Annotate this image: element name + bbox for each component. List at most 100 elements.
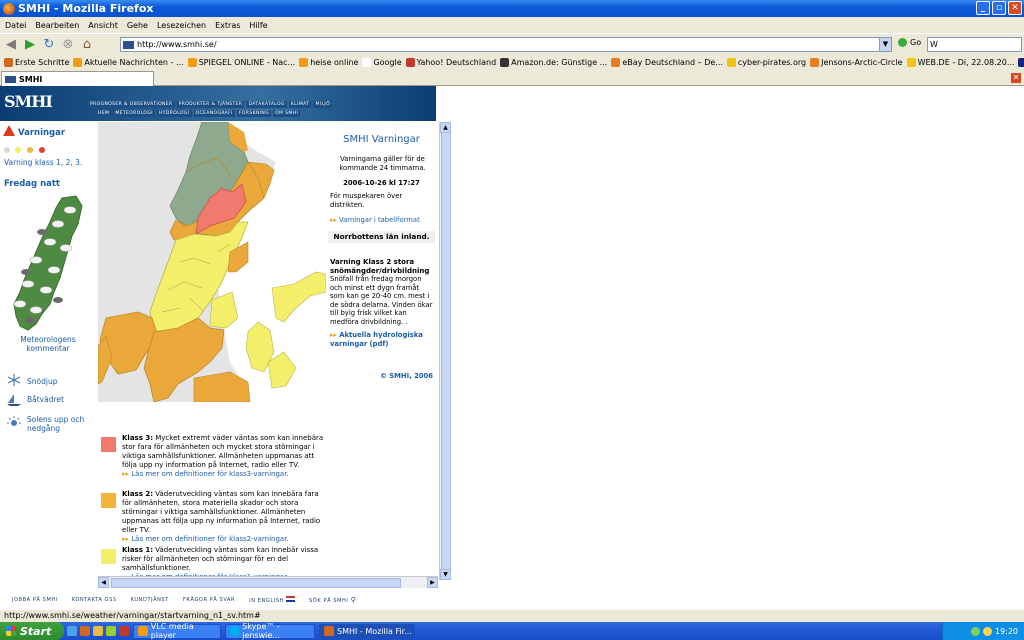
quicklaunch-app-icon[interactable] bbox=[106, 626, 116, 636]
nav-klimat[interactable]: KLIMAT bbox=[288, 101, 312, 108]
tab-smhi[interactable]: SMHI bbox=[1, 71, 154, 86]
nav-datakatalog[interactable]: DATAKATALOG bbox=[246, 101, 287, 108]
bookmark-item[interactable]: Jensons-Arctic-Circle bbox=[810, 58, 903, 67]
nav-meteorologi[interactable]: METEOROLOGI bbox=[113, 110, 155, 117]
bookmark-item[interactable]: heise online bbox=[299, 58, 358, 67]
bookmark-item[interactable]: Erste Schritte bbox=[4, 58, 69, 67]
sailboat-icon bbox=[7, 394, 21, 406]
tray-network-icon[interactable] bbox=[970, 626, 980, 636]
solens-upp-link[interactable]: Solens upp och nedgång bbox=[27, 415, 96, 433]
footer-sok[interactable]: SÖK PÅ SMHI ⚲ bbox=[309, 596, 356, 604]
bookmark-item[interactable]: WEB.DE - Di, 22.08.20... bbox=[906, 58, 1014, 67]
nav-forskning[interactable]: FORSKNING bbox=[236, 110, 272, 117]
bookmarks-toolbar: Erste Schritte Aktuelle Nachrichten - ...… bbox=[0, 55, 1024, 70]
nav-prognoser[interactable]: PROGNOSER & OBSERVATIONER bbox=[88, 101, 175, 108]
bookmark-item[interactable]: Aktuelle Nachrichten - ... bbox=[73, 58, 184, 67]
task-skype[interactable]: Skype™ - jenswie... bbox=[225, 622, 315, 640]
footer-fragor[interactable]: FRÅGOR PÅ SVAR bbox=[183, 597, 235, 603]
forward-icon[interactable]: ▶ bbox=[22, 37, 38, 53]
smhi-logo[interactable]: SMHI bbox=[4, 92, 53, 111]
url-dropdown-icon[interactable]: ▼ bbox=[879, 38, 891, 51]
bookmark-item[interactable]: cyber-pirates.org bbox=[726, 58, 807, 67]
menu-hilfe[interactable]: Hilfe bbox=[249, 21, 267, 30]
nav-hem[interactable]: HEM bbox=[96, 110, 112, 117]
nav-oceanografi[interactable]: OCEANOGRAFI bbox=[193, 110, 235, 117]
bookmark-icon bbox=[810, 58, 820, 67]
bookmark-icon bbox=[500, 58, 510, 67]
varning-klass-text[interactable]: Varning klass 1, 2, 3. bbox=[4, 158, 82, 167]
close-button[interactable]: ✕ bbox=[1008, 1, 1022, 15]
nav-miljo[interactable]: MILJÖ bbox=[313, 101, 333, 108]
reload-icon[interactable]: ↻ bbox=[41, 37, 57, 53]
quicklaunch-media-icon[interactable] bbox=[119, 626, 129, 636]
home-icon[interactable]: ⌂ bbox=[79, 37, 95, 53]
scroll-down-icon[interactable]: ▼ bbox=[440, 569, 451, 580]
bookmark-item[interactable]: GMX bbox=[1018, 58, 1024, 67]
nav-om-smhi[interactable]: OM SMHI bbox=[273, 110, 301, 117]
batvadret-link[interactable]: Båtvädret bbox=[27, 395, 64, 404]
back-icon[interactable]: ◀ bbox=[3, 37, 19, 53]
url-bar[interactable]: http://www.smhi.se/ ▼ bbox=[120, 37, 892, 52]
class-0-dot bbox=[4, 147, 10, 153]
scroll-right-icon[interactable]: ▶ bbox=[427, 577, 438, 588]
nav-hydrologi[interactable]: HYDROLOGI bbox=[156, 110, 192, 117]
hydro-link[interactable]: ▸▸ Aktuella hydrologiska varningar (pdf) bbox=[330, 331, 434, 348]
skype-icon bbox=[230, 626, 240, 636]
bookmark-item[interactable]: Google bbox=[362, 58, 402, 67]
menu-gehe[interactable]: Gehe bbox=[127, 21, 148, 30]
task-firefox[interactable]: SMHI - Mozilla Fir... bbox=[319, 623, 415, 639]
vertical-scrollbar[interactable]: ▲ ▼ bbox=[439, 122, 451, 580]
tabell-link[interactable]: ▸▸ Varningar i tabellformat bbox=[330, 216, 430, 225]
horizontal-scroll-thumb[interactable] bbox=[111, 578, 401, 588]
klass2-link[interactable]: Läs mer om definitioner för klass2-varni… bbox=[131, 535, 288, 543]
klass3-link[interactable]: Läs mer om definitioner för klass3-varni… bbox=[131, 470, 288, 478]
warning-map[interactable] bbox=[98, 122, 326, 402]
quicklaunch-firefox-icon[interactable] bbox=[80, 626, 90, 636]
snodjup-link[interactable]: Snödjup bbox=[27, 377, 57, 386]
menu-ansicht[interactable]: Ansicht bbox=[88, 21, 118, 30]
task-vlc[interactable]: VLC media player bbox=[133, 622, 221, 640]
go-icon bbox=[898, 38, 907, 47]
start-button[interactable]: Start bbox=[0, 622, 64, 640]
quicklaunch-folder-icon[interactable] bbox=[93, 626, 103, 636]
bookmark-item[interactable]: eBay Deutschland – De... bbox=[611, 58, 723, 67]
site-favicon bbox=[123, 40, 134, 49]
footer-kundtjanst[interactable]: KUNDTJÄNST bbox=[131, 597, 169, 603]
tab-favicon bbox=[5, 75, 16, 83]
footer-english[interactable]: IN ENGLISH bbox=[249, 596, 296, 604]
bookmark-item[interactable]: SPIEGEL ONLINE - Nac... bbox=[187, 58, 295, 67]
scroll-up-icon[interactable]: ▲ bbox=[440, 122, 451, 133]
go-button[interactable]: Go bbox=[898, 38, 921, 47]
meteorologens-kommentar-link[interactable]: Meteorologens kommentar bbox=[0, 335, 96, 353]
nav-produkter[interactable]: PRODUKTER & TJÄNSTER bbox=[176, 101, 245, 108]
tabell-link-label: Varningar i tabellformat bbox=[339, 216, 420, 224]
maximize-button[interactable]: ▫ bbox=[992, 1, 1006, 15]
varningar-link[interactable]: Varningar bbox=[18, 128, 65, 138]
scroll-left-icon[interactable]: ◀ bbox=[98, 577, 109, 588]
bookmark-label: cyber-pirates.org bbox=[737, 58, 807, 67]
horizontal-scrollbar[interactable]: ◀ ▶ bbox=[98, 576, 438, 588]
tray-volume-icon[interactable] bbox=[982, 626, 992, 636]
clock[interactable]: 19:20 bbox=[995, 627, 1018, 636]
bookmark-item[interactable]: Yahoo! Deutschland bbox=[405, 58, 496, 67]
windows-logo-icon bbox=[6, 626, 16, 636]
footer-kontakta[interactable]: KONTAKTA OSS bbox=[72, 597, 117, 603]
quicklaunch-ie-icon[interactable] bbox=[67, 626, 77, 636]
bookmark-icon bbox=[1018, 58, 1024, 67]
bookmark-item[interactable]: Amazon.de: Günstige ... bbox=[500, 58, 607, 67]
taskbar: Start VLC media player Skype™ - jenswie.… bbox=[0, 622, 1024, 640]
class-2-dot bbox=[27, 147, 33, 153]
search-input[interactable]: W bbox=[927, 37, 1022, 52]
vertical-scroll-thumb[interactable] bbox=[441, 122, 451, 580]
forecast-minimap[interactable] bbox=[6, 192, 88, 332]
menu-lesezeichen[interactable]: Lesezeichen bbox=[157, 21, 206, 30]
hover-hint: För muspekaren över distrikten. bbox=[330, 192, 403, 209]
menu-extras[interactable]: Extras bbox=[215, 21, 240, 30]
footer-jobba[interactable]: JOBBA PÅ SMHI bbox=[12, 597, 58, 603]
stop-icon[interactable]: ⊗ bbox=[60, 37, 76, 53]
task-skype-label: Skype™ - jenswie... bbox=[242, 622, 280, 640]
menu-bearbeiten[interactable]: Bearbeiten bbox=[35, 21, 79, 30]
minimize-button[interactable]: _ bbox=[976, 1, 990, 15]
menu-datei[interactable]: Datei bbox=[5, 21, 26, 30]
close-tab-icon[interactable]: ✕ bbox=[1011, 73, 1021, 83]
